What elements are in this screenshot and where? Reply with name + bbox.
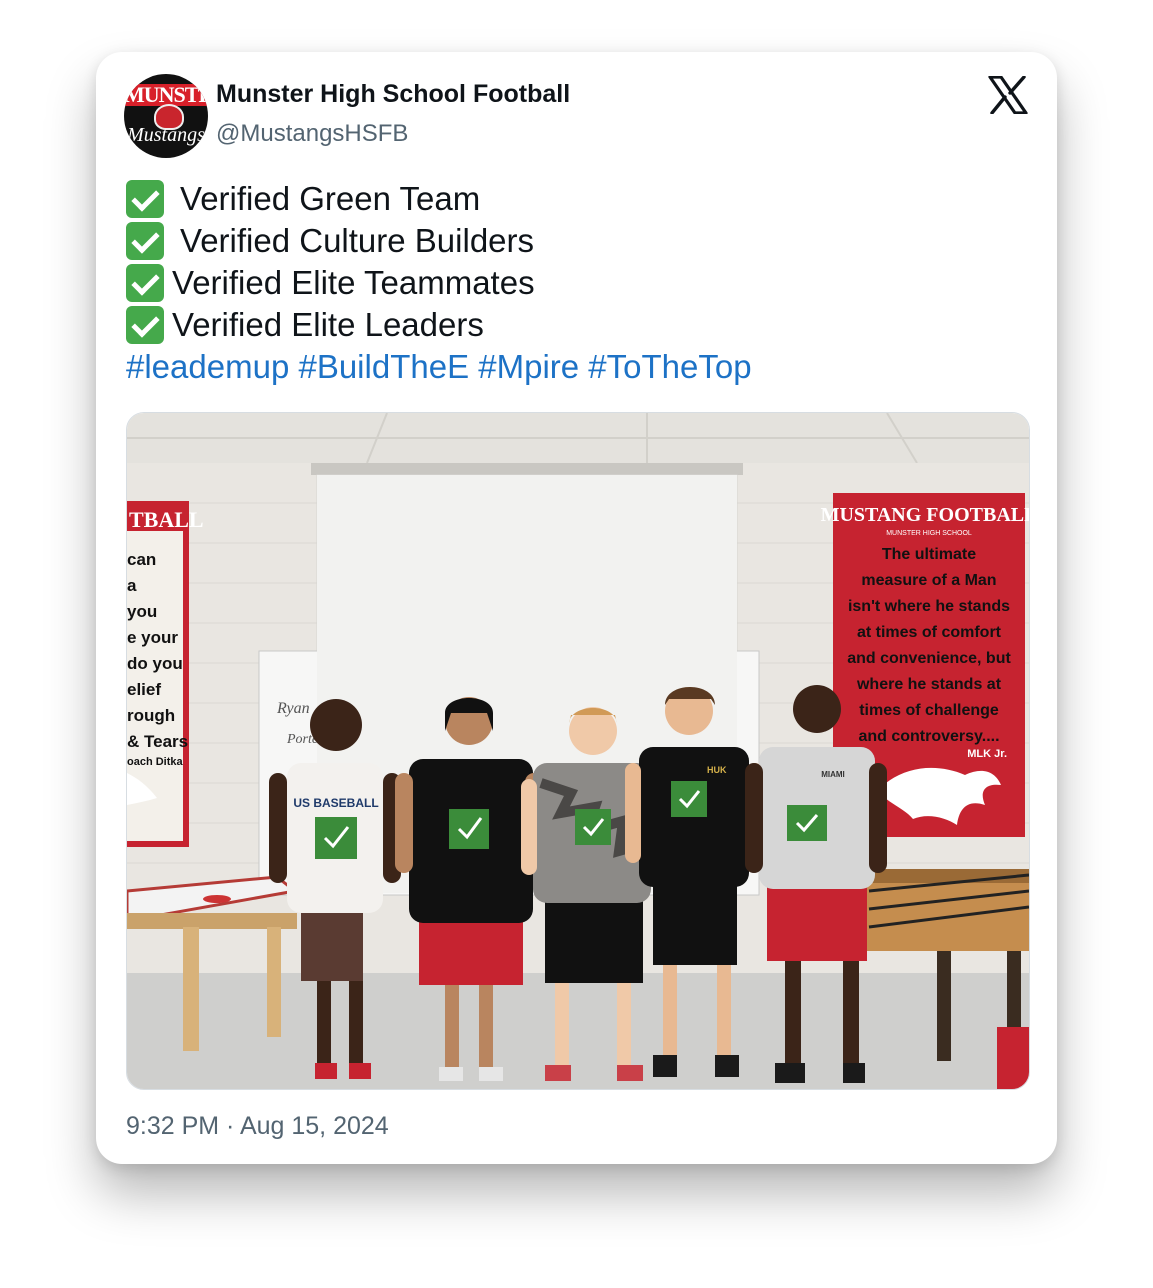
left-poster-line: you — [127, 602, 157, 621]
right-poster-attribution: MLK Jr. — [967, 748, 1007, 760]
tweet-line: Verified Culture Builders — [126, 220, 1026, 262]
tweet-line: Verified Elite Leaders — [126, 304, 1026, 346]
check-mark-icon — [126, 180, 164, 218]
hashtag-link[interactable]: #Mpire — [478, 346, 579, 388]
svg-text:Ryan: Ryan — [276, 700, 310, 717]
left-poster-line: rough — [127, 706, 175, 725]
right-poster-line: where he stands at — [856, 676, 1002, 693]
hashtag-link[interactable]: #BuildTheE — [298, 346, 469, 388]
tweet-line-text: Verified Elite Leaders — [172, 306, 484, 343]
check-mark-icon — [126, 222, 164, 260]
right-poster-line: and convenience, but — [847, 650, 1011, 667]
right-poster-title: MUSTANG FOOTBALL — [821, 504, 1029, 526]
shirt-text: US BASEBALL — [293, 796, 378, 810]
green-check-card — [671, 781, 707, 817]
left-poster-line: e your — [127, 628, 178, 647]
tweet-line: Verified Green Team — [126, 178, 1026, 220]
left-poster-title: TBALL — [129, 507, 204, 532]
right-poster-subtitle: MUNSTER HIGH SCHOOL — [886, 530, 972, 537]
left-poster-line: can — [127, 550, 156, 569]
right-poster-line: measure of a Man — [861, 572, 996, 589]
check-mark-icon — [126, 306, 164, 344]
left-poster-line: do you — [127, 654, 183, 673]
tweet-photo[interactable]: Ryan Porter TBALL can a you e your do yo… — [126, 412, 1030, 1090]
right-poster-line: isn't where he stands — [848, 598, 1010, 615]
left-poster-line: elief — [127, 680, 161, 699]
hashtag-line: #leademup #BuildTheE #Mpire #ToTheTop — [126, 346, 1026, 388]
right-poster-line: times of challenge — [859, 702, 999, 719]
tweet-line-text: Verified Green Team — [180, 180, 481, 217]
x-logo-icon[interactable] — [988, 76, 1028, 114]
left-poster-line: & Tears — [127, 732, 188, 751]
tweet-line-text: Verified Elite Teammates — [172, 264, 535, 301]
right-poster-line: and controversy.... — [858, 728, 999, 745]
left-poster-line: a — [127, 576, 137, 595]
right-poster-line: at times of comfort — [857, 624, 1002, 641]
hashtag-link[interactable]: #ToTheTop — [588, 346, 751, 388]
floor — [127, 973, 1029, 1089]
left-poster-line: oach Ditka — [127, 756, 184, 768]
green-check-card — [449, 809, 489, 849]
shirt-text: MIAMI — [821, 770, 845, 779]
avatar-banner-text: MUNSTER — [124, 84, 208, 106]
shirt-text: HUK — [707, 765, 727, 775]
team-photo-illustration: Ryan Porter TBALL can a you e your do yo… — [127, 413, 1029, 1089]
tweet-card: MUNSTER Mustangs Munster High School Foo… — [96, 52, 1057, 1164]
avatar-script-text: Mustangs — [127, 124, 205, 146]
tweet-line: Verified Elite Teammates — [126, 262, 1026, 304]
check-mark-icon — [126, 264, 164, 302]
tweet-line-text: Verified Culture Builders — [180, 222, 535, 259]
green-check-card — [315, 817, 357, 859]
hashtag-link[interactable]: #leademup — [126, 346, 289, 388]
tweet-text: Verified Green Team Verified Culture Bui… — [126, 178, 1026, 388]
author-handle[interactable]: @MustangsHSFB — [216, 120, 408, 148]
author-avatar[interactable]: MUNSTER Mustangs — [124, 74, 208, 158]
author-name[interactable]: Munster High School Football — [216, 80, 570, 109]
right-poster-line: The ultimate — [882, 546, 976, 563]
green-check-card — [575, 809, 611, 845]
green-check-card — [787, 805, 827, 841]
tweet-timestamp[interactable]: 9:32 PM · Aug 15, 2024 — [126, 1112, 389, 1141]
